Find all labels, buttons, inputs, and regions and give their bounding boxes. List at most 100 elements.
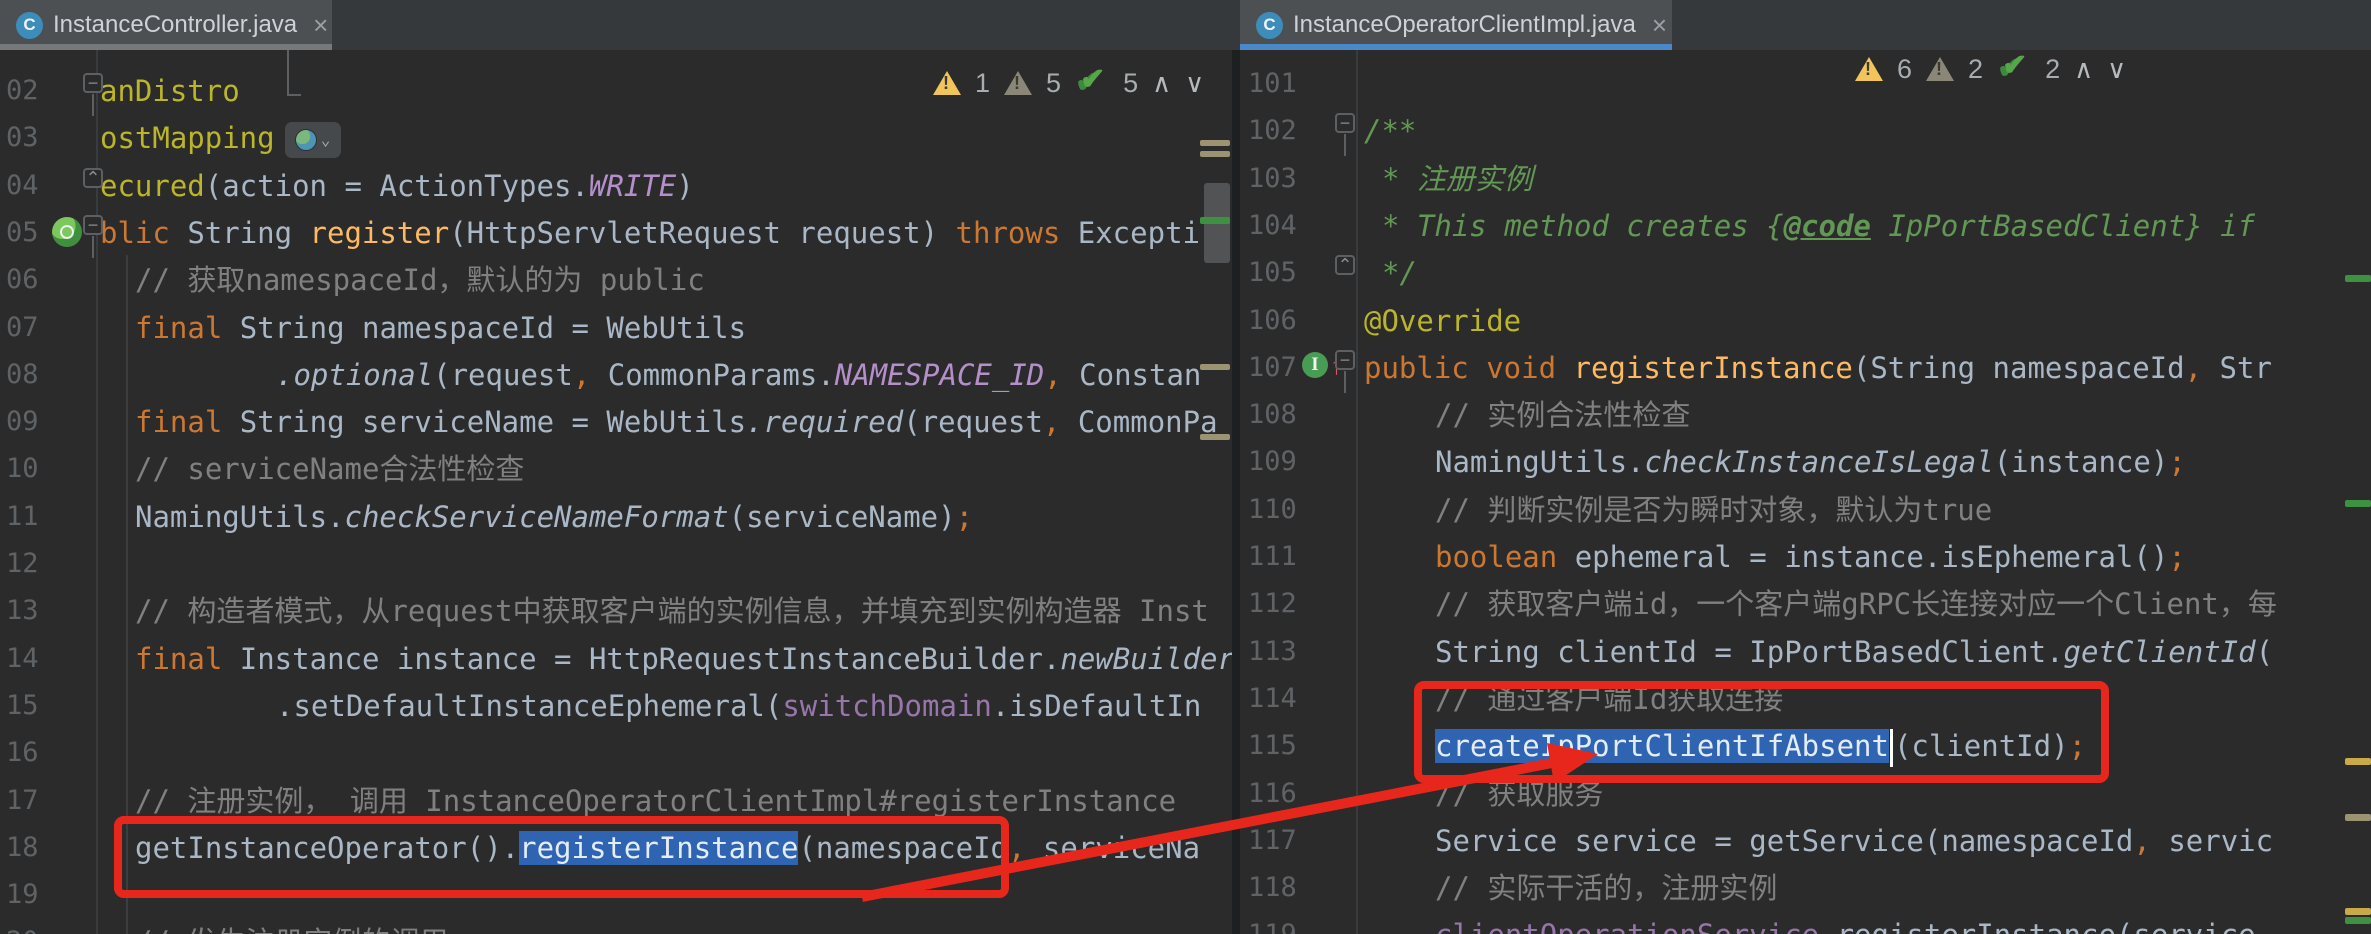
line-number[interactable]: 106 — [1248, 297, 1297, 345]
line-number[interactable]: 115 — [1248, 722, 1297, 770]
line-number[interactable]: 118 — [1248, 864, 1297, 912]
code-line[interactable]: 19 — [0, 871, 1232, 919]
code-line[interactable]: 10 // serviceName合法性检查 — [0, 445, 1232, 493]
code-text[interactable]: public void registerInstance(String name… — [1364, 344, 2272, 392]
line-number[interactable]: 109 — [1248, 438, 1297, 486]
code-text[interactable]: blic String register(HttpServletRequest … — [100, 209, 1200, 257]
code-text[interactable]: * 注册实例 — [1382, 155, 1533, 203]
code-text[interactable]: .optional(request, CommonParams.NAMESPAC… — [276, 351, 1201, 399]
line-number[interactable]: 108 — [1248, 391, 1297, 439]
code-line[interactable]: 109 NamingUtils.checkInstanceIsLegal(inst… — [1240, 438, 2371, 486]
next-issue-icon[interactable]: ∨ — [1185, 68, 1204, 99]
code-line[interactable]: 119 clientOperationService.registerInstan… — [1240, 911, 2371, 934]
code-line[interactable]: 15 .setDefaultInstanceEphemeral(switchDom… — [0, 682, 1232, 730]
fold-collapse-icon[interactable]: − — [1335, 349, 1355, 370]
line-number[interactable]: 103 — [1248, 155, 1297, 203]
code-text[interactable]: final Instance instance = HttpRequestIns… — [135, 635, 1232, 683]
code-line[interactable]: 05 − blic String register(HttpServletReque… — [0, 209, 1232, 258]
code-text[interactable]: // 发生注册实例的调用 — [135, 918, 448, 934]
code-text[interactable]: // 构造者模式，从request中获取客户端的实例信息，并填充到实例构造器 I… — [135, 587, 1209, 635]
code-line[interactable]: 08 .optional(request, CommonParams.NAMESP… — [0, 351, 1232, 399]
code-line[interactable]: 104 * This method creates {@code IpPortBa… — [1240, 202, 2371, 250]
tab-instance-controller[interactable]: C InstanceController.java × — [0, 0, 332, 50]
fold-collapse-icon[interactable]: − — [83, 214, 103, 235]
code-text[interactable]: // 获取客户端id，一个客户端gRPC长连接对应一个Client，每 — [1435, 580, 2277, 628]
code-text[interactable]: final String namespaceId = WebUtils — [135, 304, 746, 352]
previous-issue-icon[interactable]: ∧ — [2074, 54, 2093, 85]
code-line[interactable]: 118 // 实际干活的，注册实例 — [1240, 864, 2371, 912]
code-text[interactable]: NamingUtils.checkServiceNameFormat(servi… — [135, 493, 973, 541]
code-line[interactable]: 04 ⌃ ecured(action = ActionTypes.WRITE) — [0, 162, 1232, 210]
line-number[interactable]: 116 — [1248, 770, 1297, 818]
line-number[interactable]: 112 — [1248, 580, 1297, 628]
split-divider[interactable] — [1232, 50, 1240, 934]
code-text[interactable]: ostMapping ⌄ — [100, 114, 341, 162]
code-text[interactable]: createIpPortClientIfAbsent (clientId); — [1435, 722, 2086, 770]
editor-pane-right[interactable]: 101 102−/** 103 * 注册实例 104 * This method crea… — [1240, 50, 2371, 934]
code-text[interactable]: ecured(action = ActionTypes.WRITE) — [100, 162, 694, 210]
line-number[interactable]: 17 — [6, 777, 39, 825]
code-line[interactable]: 17 // 注册实例， 调用 InstanceOperatorClientImpl… — [0, 777, 1232, 825]
line-number[interactable]: 11 — [6, 493, 39, 541]
line-number[interactable]: 02 — [6, 67, 39, 115]
line-number[interactable]: 105 — [1248, 249, 1297, 297]
line-number[interactable]: 12 — [6, 540, 39, 588]
line-number[interactable]: 101 — [1248, 60, 1297, 108]
code-text[interactable]: boolean ephemeral = instance.isEphemeral… — [1435, 533, 2186, 581]
line-number[interactable]: 04 — [6, 162, 39, 210]
close-icon[interactable]: × — [313, 12, 328, 38]
previous-issue-icon[interactable]: ∧ — [1152, 68, 1171, 99]
implements-icon[interactable]: I — [1302, 351, 1328, 378]
line-number[interactable]: 08 — [6, 351, 39, 399]
code-text[interactable]: // 获取namespaceId，默认的为 public — [135, 256, 705, 304]
line-number[interactable]: 113 — [1248, 628, 1297, 676]
code-text[interactable]: NamingUtils.checkInstanceIsLegal(instanc… — [1435, 438, 2186, 486]
next-issue-icon[interactable]: ∨ — [2107, 54, 2126, 85]
line-number[interactable]: 119 — [1248, 911, 1297, 934]
line-number[interactable]: 110 — [1248, 486, 1297, 534]
code-text[interactable]: /** — [1364, 107, 1416, 155]
close-icon[interactable]: × — [1652, 12, 1667, 38]
line-number[interactable]: 18 — [6, 824, 39, 872]
code-line[interactable]: 20 // 发生注册实例的调用 — [0, 918, 1232, 934]
code-line[interactable]: 18 getInstanceOperator().registerInstance… — [0, 824, 1232, 872]
line-number[interactable]: 111 — [1248, 533, 1297, 581]
fold-end-icon[interactable]: ⌃ — [83, 167, 103, 188]
code-line[interactable]: 112 // 获取客户端id，一个客户端gRPC长连接对应一个Client，每 — [1240, 580, 2371, 628]
code-line[interactable]: 11 NamingUtils.checkServiceNameFormat(ser… — [0, 493, 1232, 541]
inspection-widget-left[interactable]: ! 1! 5 ✔ ✔ 5 ∧ ∨ — [933, 65, 1204, 100]
url-mapping-globe-icon[interactable]: ⌄ — [284, 122, 341, 159]
code-line[interactable]: 115 createIpPortClientIfAbsent (clientId); — [1240, 722, 2371, 770]
line-number[interactable]: 16 — [6, 729, 39, 777]
code-line[interactable]: 113 String clientId = IpPortBasedClient.g… — [1240, 628, 2371, 676]
rest-endpoint-icon[interactable] — [52, 216, 82, 247]
code-text[interactable]: anDistro — [100, 67, 240, 115]
code-text[interactable]: clientOperationService.registerInstance(… — [1435, 911, 2256, 934]
inspection-widget-right[interactable]: ! 6! 2 ✔ ✔ 2 ∧ ∨ — [1855, 51, 2126, 86]
code-text[interactable]: */ — [1382, 249, 1417, 297]
line-number[interactable]: 06 — [6, 256, 39, 304]
code-line[interactable]: 16 — [0, 729, 1232, 777]
code-line[interactable]: 07 final String namespaceId = WebUtils — [0, 304, 1232, 352]
code-text[interactable]: .setDefaultInstanceEphemeral(switchDomai… — [276, 682, 1201, 730]
editor-pane-left[interactable]: 02− anDistro 03 ostMapping ⌄ 04 ⌃ ecured(action… — [0, 50, 1232, 934]
code-line[interactable]: 09 final String serviceName = WebUtils.re… — [0, 398, 1232, 446]
code-text[interactable]: @Override — [1364, 297, 1521, 345]
line-number[interactable]: 107 — [1248, 344, 1297, 392]
line-number[interactable]: 13 — [6, 587, 39, 635]
code-text[interactable]: final String serviceName = WebUtils.requ… — [135, 398, 1218, 446]
code-line[interactable]: 111 boolean ephemeral = instance.isEpheme… — [1240, 533, 2371, 581]
code-text[interactable]: // 获取服务 — [1435, 770, 1603, 818]
code-line[interactable]: 108 // 实例合法性检查 — [1240, 391, 2371, 439]
code-text[interactable]: // 判断实例是否为瞬时对象，默认为true — [1435, 486, 1992, 534]
code-line[interactable]: 116 // 获取服务 — [1240, 770, 2371, 818]
code-text[interactable]: // 注册实例， 调用 InstanceOperatorClientImpl#r… — [135, 777, 1176, 825]
line-number[interactable]: 05 — [6, 209, 39, 257]
code-text[interactable]: String clientId = IpPortBasedClient.getC… — [1435, 628, 2273, 676]
line-number[interactable]: 07 — [6, 304, 39, 352]
line-number[interactable]: 117 — [1248, 817, 1297, 865]
code-line[interactable]: 103 * 注册实例 — [1240, 155, 2371, 203]
code-text[interactable]: // 实际干活的，注册实例 — [1435, 864, 1777, 912]
fold-collapse-icon[interactable]: − — [1335, 113, 1355, 134]
code-line[interactable]: 106 @Override — [1240, 297, 2371, 345]
